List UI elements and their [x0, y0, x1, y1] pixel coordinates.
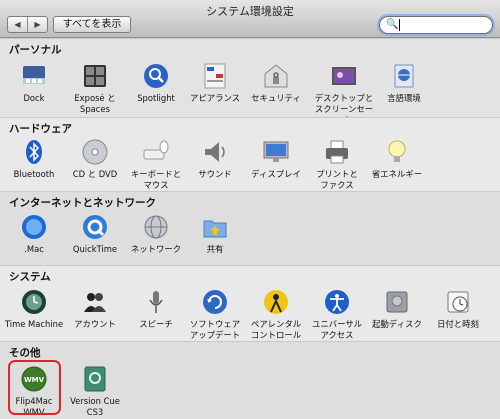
- pref-international[interactable]: 言語環境: [373, 62, 435, 104]
- pref-label: 言語環境: [387, 93, 421, 103]
- appearance-icon: [201, 62, 229, 90]
- pref-speech[interactable]: スピーチ: [125, 288, 187, 330]
- pref-label: スピーチ: [139, 319, 173, 329]
- accounts-icon: [81, 288, 109, 316]
- dock-icon: [20, 62, 48, 90]
- pref-label: Spotlight: [137, 93, 175, 103]
- pref-label: Exposé と Spaces: [74, 93, 116, 114]
- pref-startup-disk[interactable]: 起動ディスク: [366, 288, 428, 330]
- pref-date-time[interactable]: 日付と時刻: [427, 288, 489, 330]
- system-preferences-window: システム環境設定 ◀ ▶ すべてを表示 🔍 パーソナル Dock Exposé …: [0, 0, 500, 419]
- pref-label: ユニバーサル アクセス: [311, 319, 363, 340]
- quicktime-icon: [81, 213, 109, 241]
- pref-label: 共有: [206, 244, 224, 254]
- section-title-personal: パーソナル: [9, 44, 62, 56]
- pref-accounts[interactable]: アカウント: [64, 288, 126, 330]
- international-icon: [390, 62, 418, 90]
- security-icon: [262, 62, 290, 90]
- universal-access-icon: [323, 288, 351, 316]
- pref-label: .Mac: [24, 244, 44, 254]
- section-title-hardware: ハードウェア: [9, 123, 72, 135]
- pref-sharing[interactable]: 共有: [184, 213, 246, 255]
- spotlight-icon: [142, 62, 170, 90]
- pref-dotmac[interactable]: .Mac: [3, 213, 65, 255]
- energy-saver-icon: [383, 138, 411, 166]
- pref-displays[interactable]: ディスプレイ: [245, 138, 307, 180]
- pref-label: アカウント: [74, 319, 116, 329]
- time-machine-icon: [20, 288, 48, 316]
- print-fax-icon: [323, 138, 351, 166]
- pref-label: ソフトウェア アップデート: [189, 319, 241, 340]
- section-personal: パーソナル Dock Exposé と Spaces Spotlight アピア…: [0, 38, 500, 125]
- pref-label: Bluetooth: [13, 169, 55, 179]
- section-title-other: その他: [9, 347, 41, 359]
- pref-label: サウンド: [198, 169, 232, 179]
- parental-controls-icon: [262, 288, 290, 316]
- date-time-icon: [444, 288, 472, 316]
- pref-label: Time Machine: [4, 319, 64, 329]
- pref-time-machine[interactable]: Time Machine: [3, 288, 65, 330]
- pref-software-update[interactable]: ソフトウェア アップデート: [184, 288, 246, 341]
- pref-cd-dvd[interactable]: CD と DVD: [64, 138, 126, 180]
- pref-label: Version Cue CS3: [70, 396, 120, 417]
- pref-keyboard-mouse[interactable]: キーボードと マウス: [125, 138, 187, 191]
- pref-expose-spaces[interactable]: Exposé と Spaces: [64, 62, 126, 115]
- pref-print-fax[interactable]: プリントと ファクス: [306, 138, 368, 191]
- highlight-flip4mac: [8, 360, 61, 415]
- version-cue-icon: [81, 365, 109, 393]
- pref-label: アピアランス: [189, 93, 241, 103]
- search-icon: 🔍: [386, 19, 399, 30]
- speech-icon: [142, 288, 170, 316]
- pref-bluetooth[interactable]: Bluetooth: [3, 138, 65, 180]
- dotmac-icon: [20, 213, 48, 241]
- pref-sound[interactable]: サウンド: [184, 138, 246, 180]
- pref-label: QuickTime: [72, 244, 118, 254]
- pref-label: プリントと ファクス: [316, 169, 358, 190]
- pref-label: 日付と時刻: [437, 319, 479, 329]
- pref-parental-controls[interactable]: ペアレンタル コントロール: [245, 288, 307, 341]
- pref-appearance[interactable]: アピアランス: [184, 62, 246, 104]
- show-all-button[interactable]: すべてを表示: [53, 16, 131, 33]
- pref-universal-access[interactable]: ユニバーサル アクセス: [306, 288, 368, 341]
- sound-icon: [201, 138, 229, 166]
- pref-label: キーボードと マウス: [130, 169, 182, 190]
- startup-disk-icon: [383, 288, 411, 316]
- pref-label: Dock: [23, 93, 45, 103]
- pref-label: ディスプレイ: [251, 169, 301, 179]
- keyboard-mouse-icon: [142, 138, 170, 166]
- displays-icon: [262, 138, 290, 166]
- pref-spotlight[interactable]: Spotlight: [125, 62, 187, 104]
- pref-label: ペアレンタル コントロール: [250, 319, 302, 340]
- expose-spaces-icon: [81, 62, 109, 90]
- text-caret: [399, 19, 400, 31]
- section-other: その他 WMV Flip4Mac WMV Version Cue CS3: [0, 341, 500, 419]
- forward-button[interactable]: ▶: [27, 17, 47, 32]
- pref-security[interactable]: セキュリティ: [245, 62, 307, 104]
- pref-label: 省エネルギー: [371, 169, 423, 179]
- pref-label: セキュリティ: [251, 93, 301, 103]
- pref-label: 起動ディスク: [372, 319, 422, 329]
- search-field[interactable]: 🔍: [379, 16, 493, 34]
- pref-version-cue[interactable]: Version Cue CS3: [64, 365, 126, 418]
- pref-label: ネットワーク: [130, 244, 182, 254]
- software-update-icon: [201, 288, 229, 316]
- cd-dvd-icon: [81, 138, 109, 166]
- back-forward-buttons: ◀ ▶: [7, 16, 48, 33]
- section-hardware: ハードウェア Bluetooth CD と DVD キーボードと マウス サウン…: [0, 117, 500, 191]
- sharing-icon: [201, 213, 229, 241]
- pref-quicktime[interactable]: QuickTime: [64, 213, 126, 255]
- section-title-system: システム: [9, 271, 51, 283]
- title-bar: システム環境設定 ◀ ▶ すべてを表示 🔍: [0, 0, 500, 38]
- section-system: システム Time Machine アカウント スピーチ ソフトウェア アップデ…: [0, 265, 500, 341]
- pref-label: CD と DVD: [72, 169, 118, 179]
- section-title-internet: インターネットとネットワーク: [9, 197, 156, 209]
- pref-energy-saver[interactable]: 省エネルギー: [366, 138, 428, 180]
- pref-dock[interactable]: Dock: [3, 62, 65, 104]
- section-internet-network: インターネットとネットワーク .Mac QuickTime ネットワーク 共有: [0, 191, 500, 265]
- network-icon: [142, 213, 170, 241]
- back-button[interactable]: ◀: [8, 17, 27, 32]
- pref-network[interactable]: ネットワーク: [125, 213, 187, 255]
- desktop-screensaver-icon: [330, 62, 358, 90]
- bluetooth-icon: [20, 138, 48, 166]
